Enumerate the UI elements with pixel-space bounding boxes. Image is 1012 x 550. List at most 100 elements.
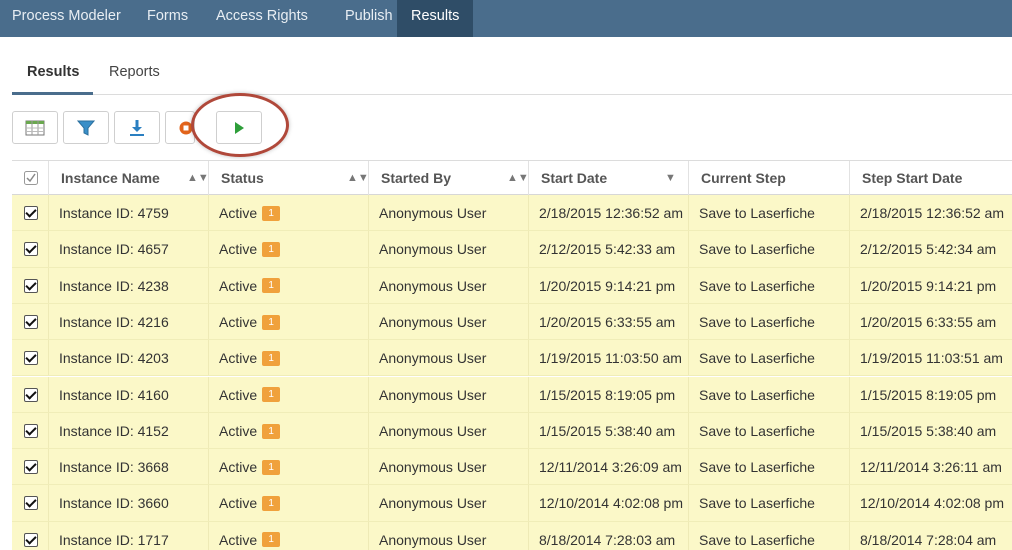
status-cell-text: Active <box>219 459 258 476</box>
column-divider <box>48 303 49 340</box>
filter-icon <box>77 120 95 136</box>
column-divider <box>528 412 529 449</box>
tab-results[interactable]: Results <box>27 64 79 80</box>
row-checkbox[interactable] <box>24 423 38 438</box>
sort-icon: ▲▼ <box>507 172 529 184</box>
current-step-cell: Save to Laserfiche <box>699 413 815 449</box>
step-start-date-cell: 1/20/2015 6:33:55 am <box>860 304 996 340</box>
start-date-cell: 1/15/2015 8:19:05 pm <box>539 377 675 413</box>
play-icon <box>235 121 244 134</box>
header-step-start-date-label: Step Start Date <box>862 170 963 186</box>
download-icon <box>130 119 144 136</box>
nav-process-modeler[interactable]: Process Modeler <box>0 0 135 37</box>
row-checkbox[interactable] <box>24 387 38 402</box>
current-step-cell: Save to Laserfiche <box>699 231 815 267</box>
download-button[interactable] <box>114 111 160 144</box>
started-by-cell-text: Anonymous User <box>379 205 487 221</box>
nav-publish[interactable]: Publish <box>333 0 397 37</box>
column-divider <box>849 231 850 267</box>
play-button[interactable] <box>216 111 262 144</box>
header-started-by[interactable]: Started By ▲▼ <box>368 161 529 195</box>
current-step-cell-text: Save to Laserfiche <box>699 350 815 367</box>
instance-name-cell-text: Instance ID: 4160 <box>59 386 169 403</box>
table-row[interactable]: Instance ID: 4152 Active 1 Anonymous User 1/… <box>12 412 1012 450</box>
start-date-cell-text: 2/18/2015 12:36:52 am <box>539 205 684 221</box>
select-all-cell[interactable] <box>12 161 48 195</box>
table-row[interactable]: Instance ID: 3668 Active 1 Anonymous User 12… <box>12 449 1012 486</box>
step-start-date-cell-text: 8/18/2014 7:28:04 am <box>860 531 997 548</box>
step-start-date-cell-text: 12/11/2014 3:26:11 am <box>860 459 1002 476</box>
nav-access-rights[interactable]: Access Rights <box>204 0 333 37</box>
status-cell: Active 1 <box>219 195 281 231</box>
table-row[interactable]: Instance ID: 4203 Active 1 Anonymous User 1/… <box>12 340 1012 377</box>
column-divider <box>688 267 689 303</box>
column-divider <box>528 449 529 485</box>
column-divider <box>208 303 209 340</box>
table-row[interactable]: Instance ID: 3660 Active 1 Anonymous User 12… <box>12 485 1012 522</box>
started-by-cell-text: Anonymous User <box>379 386 487 403</box>
column-divider <box>208 340 209 376</box>
columns-icon <box>25 120 45 135</box>
header-instance-name[interactable]: Instance Name ▲▼ <box>48 161 209 195</box>
current-step-cell-text: Save to Laserfiche <box>699 313 815 330</box>
column-divider <box>208 195 209 231</box>
instance-name-cell-text: Instance ID: 4216 <box>59 313 169 330</box>
column-divider <box>368 195 369 231</box>
header-start-date[interactable]: Start Date ▼ <box>528 161 688 195</box>
stop-icon <box>179 121 193 134</box>
status-badge: 1 <box>262 350 281 366</box>
column-divider <box>528 267 529 303</box>
row-checkbox[interactable] <box>24 351 38 366</box>
start-date-cell: 12/11/2014 3:26:09 am <box>539 449 682 485</box>
row-checkbox[interactable] <box>24 242 38 257</box>
row-checkbox[interactable] <box>24 314 38 329</box>
start-date-cell-text: 1/15/2015 8:19:05 pm <box>539 386 676 403</box>
current-step-cell: Save to Laserfiche <box>699 340 815 376</box>
filter-button[interactable] <box>63 111 109 144</box>
header-step-start-date[interactable]: Step Start Date <box>849 161 1009 195</box>
instance-name-cell: Instance ID: 3660 <box>59 485 169 521</box>
column-divider <box>688 521 689 550</box>
column-divider <box>48 412 49 449</box>
status-badge: 1 <box>262 532 281 548</box>
column-divider <box>208 521 209 550</box>
table-row[interactable]: Instance ID: 4657 Active 1 Anonymous User 2/… <box>12 231 1012 268</box>
table-row[interactable]: Instance ID: 4238 Active 1 Anonymous User 1/… <box>12 267 1012 304</box>
columns-button[interactable] <box>12 111 58 144</box>
row-checkbox[interactable] <box>24 206 38 220</box>
nav-forms[interactable]: Forms <box>135 0 204 37</box>
table-row[interactable]: Instance ID: 4759 Active 1 Anonymous User 2/… <box>12 195 1012 232</box>
started-by-cell-text: Anonymous User <box>379 495 487 512</box>
column-divider <box>48 449 49 485</box>
instance-name-cell: Instance ID: 4152 <box>59 413 169 449</box>
column-divider <box>849 303 850 340</box>
current-step-cell: Save to Laserfiche <box>699 377 815 413</box>
table-row[interactable]: Instance ID: 1717 Active 1 Anonymous User 8/… <box>12 521 1012 550</box>
header-status[interactable]: Status ▲▼ <box>208 161 369 195</box>
table-row[interactable]: Instance ID: 4160 Active 1 Anonymous User 1/… <box>12 376 1012 413</box>
column-divider <box>368 412 369 449</box>
column-divider <box>688 340 689 376</box>
step-start-date-cell-text: 2/18/2015 12:36:52 am <box>860 205 1005 221</box>
header-current-step[interactable]: Current Step <box>688 161 849 195</box>
current-step-cell: Save to Laserfiche <box>699 485 815 521</box>
current-step-cell-text: Save to Laserfiche <box>699 205 815 221</box>
column-divider <box>48 195 49 231</box>
started-by-cell: Anonymous User <box>379 304 486 340</box>
table-row[interactable]: Instance ID: 4216 Active 1 Anonymous User 1/… <box>12 303 1012 341</box>
start-date-cell: 1/20/2015 6:33:55 am <box>539 304 675 340</box>
start-date-cell-text: 1/20/2015 9:14:21 pm <box>539 277 676 294</box>
instance-name-cell-text: Instance ID: 4152 <box>59 422 169 439</box>
status-cell-text: Active <box>219 495 258 512</box>
column-divider <box>849 195 850 231</box>
column-divider <box>48 485 49 521</box>
row-checkbox[interactable] <box>24 460 38 475</box>
row-checkbox[interactable] <box>24 496 38 511</box>
row-checkbox[interactable] <box>24 532 38 547</box>
stop-button[interactable] <box>165 111 195 144</box>
nav-results[interactable]: Results <box>397 0 473 37</box>
step-start-date-cell-text: 1/19/2015 11:03:51 am <box>860 350 1003 367</box>
status-cell: Active 1 <box>219 304 281 340</box>
tab-reports[interactable]: Reports <box>109 64 160 80</box>
row-checkbox[interactable] <box>24 278 38 293</box>
